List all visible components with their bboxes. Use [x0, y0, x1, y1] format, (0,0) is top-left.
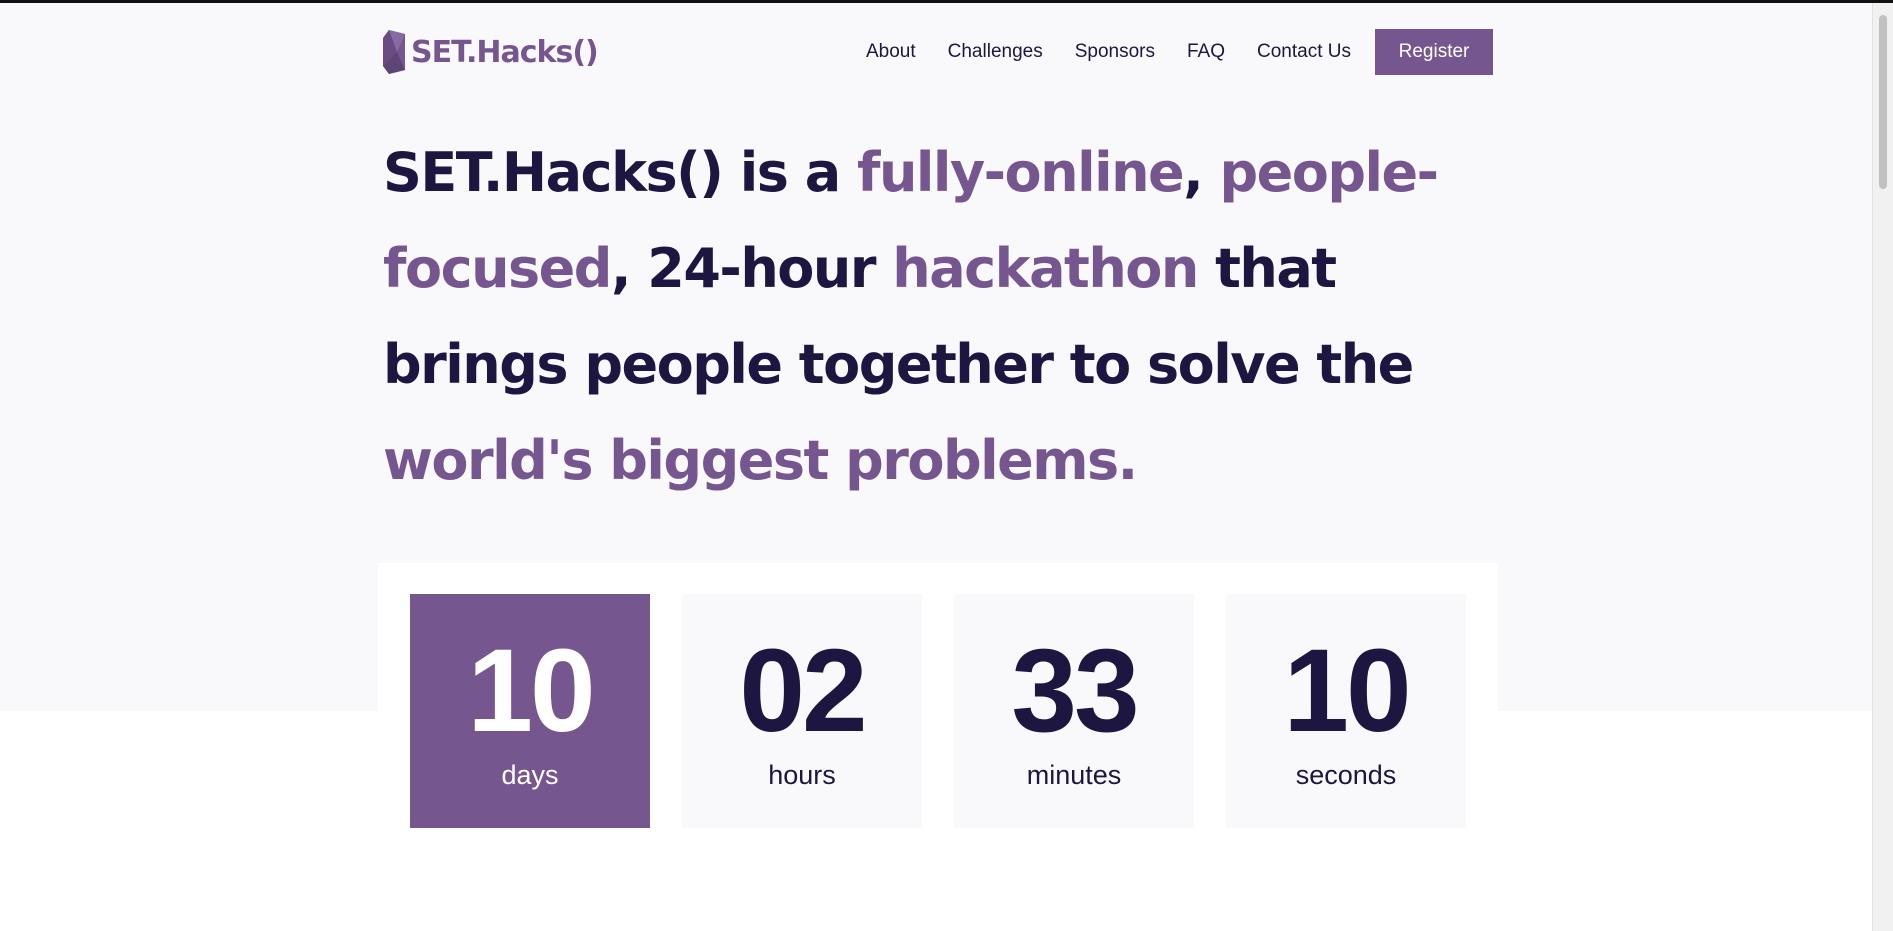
nav-link-about[interactable]: About [866, 41, 916, 63]
headline-highlight: hackathon [892, 237, 1199, 300]
logo-link[interactable]: SET.Hacks() [383, 28, 599, 76]
scrollbar-thumb[interactable] [1879, 15, 1887, 189]
gem-icon [383, 30, 405, 74]
countdown-timer: 10 days 02 hours 33 minutes 10 seconds [378, 563, 1498, 841]
nav-link-challenges[interactable]: Challenges [948, 41, 1043, 63]
countdown-hours: 02 hours [682, 594, 922, 828]
vertical-scrollbar[interactable] [1872, 3, 1893, 931]
nav-link-faq[interactable]: FAQ [1187, 41, 1225, 63]
countdown-label: minutes [1026, 760, 1122, 790]
countdown-value: 33 [1011, 625, 1139, 757]
countdown-label: days [501, 760, 559, 790]
countdown-value: 10 [1283, 625, 1411, 757]
nav-link-sponsors[interactable]: Sponsors [1075, 41, 1155, 63]
nav-link-contact-us[interactable]: Contact Us [1257, 41, 1351, 63]
countdown-days: 10 days [410, 594, 650, 828]
register-button[interactable]: Register [1375, 29, 1493, 75]
countdown-minutes: 33 minutes [954, 594, 1194, 828]
headline-segment: , [1183, 141, 1220, 204]
headline-highlight: world's biggest problems. [383, 429, 1138, 492]
brand-name: SET.Hacks() [411, 34, 599, 70]
countdown-label: hours [768, 760, 836, 790]
headline-highlight: fully-online [856, 141, 1185, 204]
headline-segment: SET.Hacks() is a [383, 141, 857, 204]
countdown-seconds: 10 seconds [1226, 594, 1466, 828]
hero-headline: SET.Hacks() is a fully-online, people-fo… [383, 125, 1453, 509]
countdown-label: seconds [1295, 760, 1397, 790]
countdown-value: 02 [739, 625, 867, 757]
countdown-value: 10 [467, 625, 595, 757]
navbar: SET.Hacks() About Challenges Sponsors FA… [383, 28, 1493, 76]
headline-segment: , 24-hour [610, 237, 893, 300]
nav-menu: About Challenges Sponsors FAQ Contact Us [834, 28, 1351, 76]
